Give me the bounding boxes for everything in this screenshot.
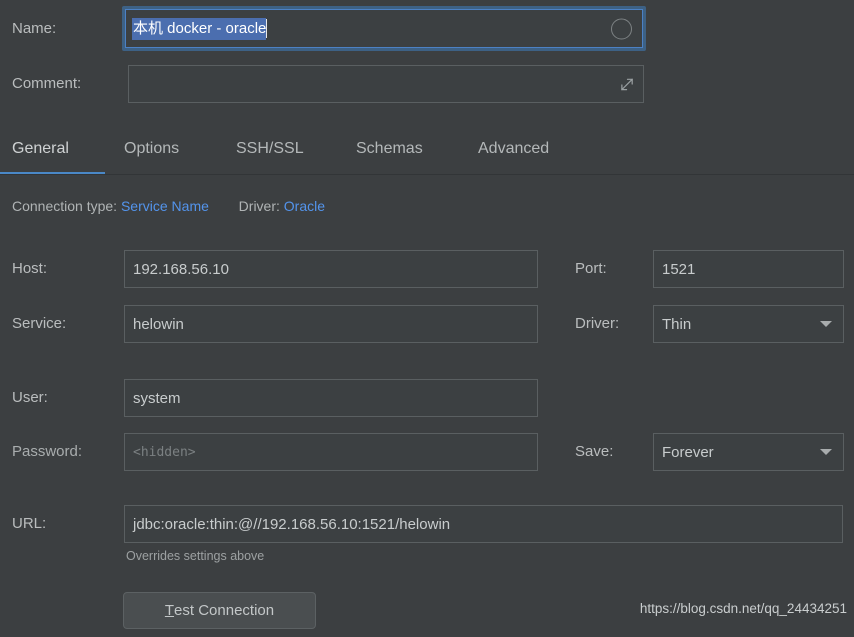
name-input-inner[interactable]: 本机 docker - oracle xyxy=(125,9,643,48)
text-caret xyxy=(266,19,268,38)
driver-kind-value[interactable]: Oracle xyxy=(284,198,325,214)
service-label: Service: xyxy=(12,315,67,332)
host-label: Host: xyxy=(12,260,48,277)
comment-label: Comment: xyxy=(12,75,82,92)
service-input-value: helowin xyxy=(133,315,184,333)
port-input[interactable]: 1521 xyxy=(653,250,844,288)
url-input[interactable]: jdbc:oracle:thin:@//192.168.56.10:1521/h… xyxy=(124,505,843,543)
port-input-value: 1521 xyxy=(662,260,696,278)
driver-select-value: Thin xyxy=(662,315,692,333)
url-label: URL: xyxy=(12,515,47,532)
driver-select[interactable]: Thin xyxy=(653,305,844,343)
user-label: User: xyxy=(12,389,48,406)
host-input[interactable]: 192.168.56.10 xyxy=(124,250,538,288)
comment-input[interactable] xyxy=(128,65,644,103)
password-input[interactable]: <hidden> xyxy=(124,433,538,471)
url-input-value: jdbc:oracle:thin:@//192.168.56.10:1521/h… xyxy=(133,515,451,533)
password-label: Password: xyxy=(12,443,83,460)
save-label: Save: xyxy=(575,443,614,460)
save-select-value: Forever xyxy=(662,443,714,461)
name-input[interactable]: 本机 docker - oracle xyxy=(122,6,646,51)
test-connection-button[interactable]: Test Connection xyxy=(123,592,316,629)
url-hint: Overrides settings above xyxy=(126,549,265,563)
chevron-down-icon[interactable] xyxy=(820,449,832,455)
connection-type-value[interactable]: Service Name xyxy=(121,198,209,214)
driver-label: Driver: xyxy=(575,315,620,332)
connection-type-row: Connection type: Service Name Driver: Or… xyxy=(12,199,325,213)
tab-options[interactable]: Options xyxy=(124,140,179,158)
tab-advanced[interactable]: Advanced xyxy=(478,140,549,158)
service-input[interactable]: helowin xyxy=(124,305,538,343)
name-input-value: 本机 docker - oracle xyxy=(132,17,267,40)
watermark-text: https://blog.csdn.net/qq_24434251 xyxy=(639,601,847,616)
password-input-placeholder: <hidden> xyxy=(133,444,196,460)
chevron-down-icon[interactable] xyxy=(820,321,832,327)
circle-ring-icon[interactable] xyxy=(611,18,632,39)
save-select[interactable]: Forever xyxy=(653,433,844,471)
tab-ssh-ssl[interactable]: SSH/SSL xyxy=(236,140,304,158)
settings-tabs: General Options SSH/SSL Schemas Advanced xyxy=(0,131,854,175)
port-label: Port: xyxy=(575,260,607,277)
driver-kind-label: Driver: xyxy=(238,198,280,214)
tabs-separator xyxy=(0,174,854,175)
connection-type-label: Connection type: xyxy=(12,198,118,214)
host-input-value: 192.168.56.10 xyxy=(133,260,229,278)
user-input[interactable]: system xyxy=(124,379,538,417)
name-label: Name: xyxy=(12,20,57,37)
test-connection-mnemonic: T xyxy=(164,602,175,619)
tab-schemas[interactable]: Schemas xyxy=(356,140,423,158)
expand-diagonal-icon[interactable] xyxy=(620,77,635,92)
test-connection-label: est Connection xyxy=(174,602,275,619)
tab-general[interactable]: General xyxy=(12,140,69,158)
user-input-value: system xyxy=(133,389,181,407)
connection-settings-panel: Name: 本机 docker - oracle Comment: Genera… xyxy=(0,0,854,637)
